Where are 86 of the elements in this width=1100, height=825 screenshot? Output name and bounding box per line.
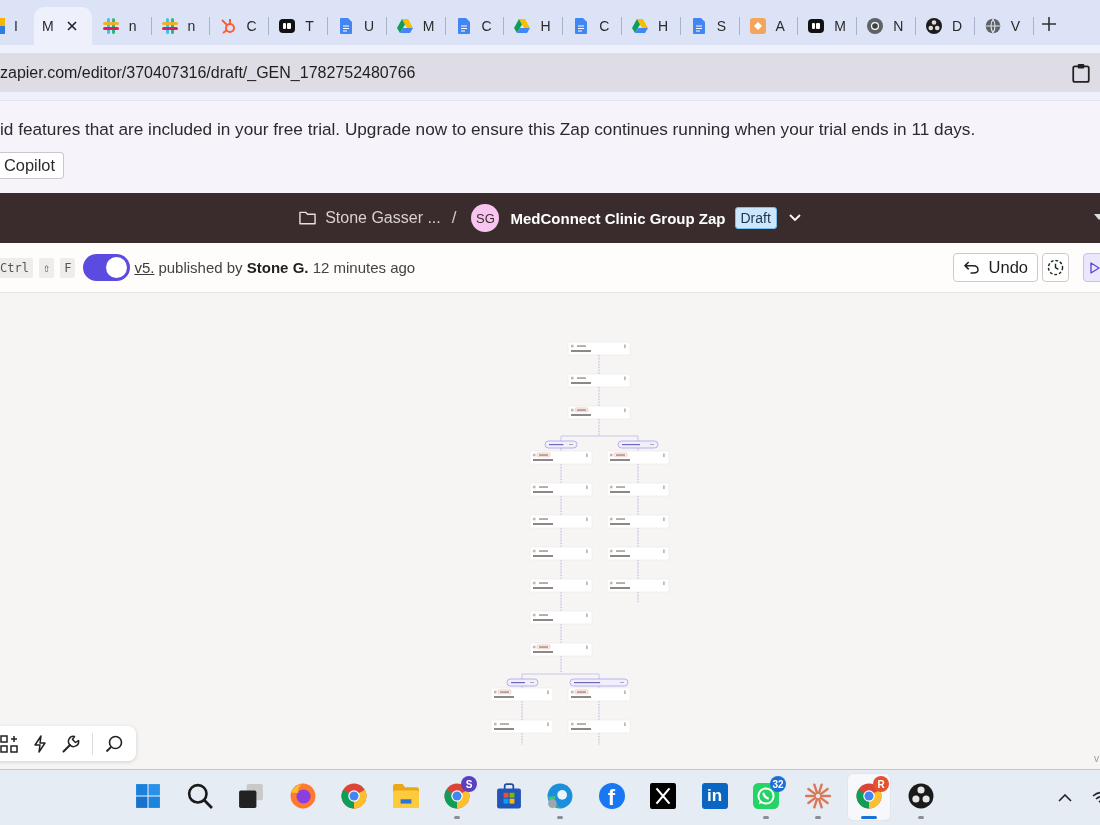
browser-tab[interactable]: M	[34, 7, 92, 45]
obs-icon	[907, 783, 934, 809]
browser-tab[interactable]: C	[563, 7, 621, 45]
taskbar-app[interactable]: S	[436, 774, 478, 820]
version-link[interactable]: v5.	[134, 259, 155, 276]
history-button[interactable]	[1042, 253, 1069, 282]
chevron-up-icon[interactable]	[1058, 793, 1072, 802]
notification-badge: 32	[770, 776, 786, 792]
folder-link[interactable]: Stone Gasser ...	[325, 209, 441, 227]
avatar: SG	[471, 204, 500, 232]
browser-tab[interactable]: U	[328, 7, 386, 45]
notification-badge: S	[461, 776, 477, 792]
play-icon	[1090, 261, 1100, 274]
keyboard-key: ⇧	[38, 257, 55, 278]
triangle-icon	[514, 18, 531, 34]
zap-title[interactable]: MedConnect Clinic Group Zap	[510, 209, 726, 227]
browser-tab[interactable]: M	[386, 7, 445, 45]
publish-info: published by Stone G. 12 minutes ago	[158, 259, 416, 276]
browser-tab[interactable]: A	[739, 7, 798, 45]
taskbar-app[interactable]: 32	[745, 774, 787, 820]
browser-tab[interactable]: V	[974, 7, 1033, 45]
triangle-icon	[396, 18, 413, 34]
document-icon	[338, 18, 354, 34]
new-tab-icon[interactable]	[1041, 16, 1056, 31]
browser-tab[interactable]: C	[445, 7, 504, 45]
search-icon	[186, 783, 213, 809]
taskbar-app[interactable]: R	[848, 774, 890, 820]
hash-icon	[161, 18, 178, 34]
folder-icon	[299, 211, 317, 225]
taskbar-app[interactable]: f	[590, 774, 633, 820]
edge-icon	[547, 783, 573, 809]
lightning-icon[interactable]	[31, 734, 49, 753]
taskbar-app[interactable]: in	[693, 774, 736, 820]
x-logo-icon	[650, 783, 676, 809]
status-badge: Draft	[734, 207, 777, 229]
grid-plus-icon[interactable]	[0, 734, 18, 753]
aperture-icon	[925, 18, 942, 34]
windows-start-icon	[135, 783, 161, 809]
browser-tab[interactable]: n	[151, 7, 210, 45]
undo-button[interactable]: Undo	[952, 253, 1038, 282]
browser-tab[interactable]: n	[92, 7, 151, 45]
toggle-switch[interactable]	[83, 254, 131, 281]
facebook-icon: f	[598, 783, 625, 809]
chevron-down-icon[interactable]	[788, 214, 801, 222]
browser-tab[interactable]: H	[504, 7, 563, 45]
globe-icon	[984, 18, 1001, 34]
folder-icon	[392, 783, 419, 809]
bars-tile-icon	[808, 18, 825, 34]
document-icon	[690, 18, 707, 34]
undo-icon	[963, 261, 979, 274]
browser-tab[interactable]: C	[210, 7, 269, 45]
search-icon[interactable]	[105, 734, 123, 753]
ring-icon	[867, 18, 884, 34]
notification-badge: R	[873, 776, 889, 792]
browser-tab[interactable]: T	[269, 7, 327, 45]
browser-tab[interactable]: N	[857, 7, 915, 45]
browser-tab[interactable]: M	[798, 7, 857, 45]
copilot-button[interactable]: Copilot	[0, 152, 65, 179]
store-bag-icon	[495, 783, 522, 809]
sprocket-icon	[220, 18, 237, 34]
hash-icon	[102, 18, 119, 34]
triangle-icon	[631, 18, 648, 34]
starburst-icon	[804, 783, 831, 809]
document-icon	[455, 18, 472, 34]
chrome-icon	[341, 783, 367, 809]
close-icon[interactable]	[66, 21, 77, 31]
breadcrumb-separator: /	[451, 208, 457, 228]
browser-tab[interactable]: S	[680, 7, 739, 45]
browser-tab[interactable]: D	[915, 7, 974, 45]
corner-text: v	[1094, 753, 1099, 764]
trial-banner-message: id features that are included in your free trial. Upgrade now to ensure this Zap continues running when your trial ends in 11 days.	[0, 119, 977, 139]
bars-tile-icon	[279, 18, 296, 34]
clipboard-icon[interactable]	[1072, 62, 1090, 83]
arrow-tile-icon	[749, 18, 766, 34]
keyboard-key: F	[60, 257, 76, 278]
browser-tab[interactable]: H	[621, 7, 680, 45]
keyboard-key: Ctrl	[0, 257, 33, 278]
firefox-icon	[289, 783, 316, 809]
browser-tab[interactable]: I	[0, 7, 33, 45]
dashed-circle-icon	[1047, 259, 1064, 276]
task-view-icon	[238, 783, 264, 809]
multicolor-icon	[0, 18, 5, 34]
wrench-icon[interactable]	[62, 734, 80, 753]
linkedin-icon: in	[701, 783, 728, 809]
document-icon	[573, 18, 590, 34]
address-bar[interactable]: zapier.com/editor/370407316/draft/_GEN_1782752480766	[0, 53, 1100, 92]
